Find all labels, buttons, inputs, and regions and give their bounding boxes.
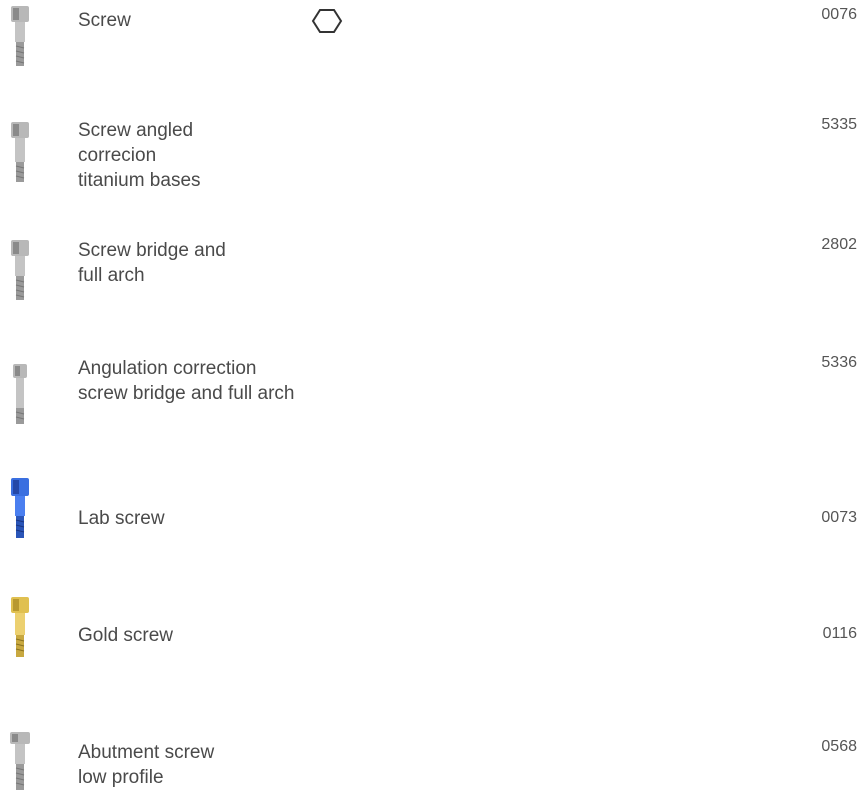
screw-image-icon [7,4,33,70]
item-name: Gold screw [78,625,174,646]
item-code: 5336 [821,354,857,371]
list-item[interactable]: Screw bridge and full arch 2802 [0,234,861,324]
list-item[interactable]: Angulation correction screw bridge and f… [0,352,861,442]
screw-image-icon [7,730,33,796]
list-item[interactable]: Gold screw 0116 [0,595,861,685]
screw-image-icon [7,238,33,304]
item-code: 2802 [821,236,857,253]
screw-image-icon [7,595,33,661]
item-code: 0116 [822,625,857,642]
list-item[interactable]: Screw 0076 [0,0,861,80]
item-code: 0073 [821,509,857,526]
item-code: 0568 [821,738,857,755]
item-name: Angulation correction screw bridge and f… [78,358,295,404]
item-code: 5335 [821,116,857,133]
item-name: Lab screw [78,508,165,529]
item-name: Abutment screw low profile [78,742,215,788]
screw-image-icon [7,362,33,428]
item-name: Screw bridge and full arch [78,240,226,286]
item-name: Screw [78,10,131,31]
hexagon-icon [311,8,343,39]
list-item[interactable]: Screw angled correcion titanium bases 53… [0,110,861,210]
item-code: 0076 [821,6,857,23]
screw-image-icon [7,120,33,186]
list-item[interactable]: Lab screw 0073 [0,476,861,566]
item-name: Screw angled correcion titanium bases [78,120,201,191]
list-item[interactable]: Abutment screw low profile 0568 [0,730,861,799]
screw-image-icon [7,476,33,542]
